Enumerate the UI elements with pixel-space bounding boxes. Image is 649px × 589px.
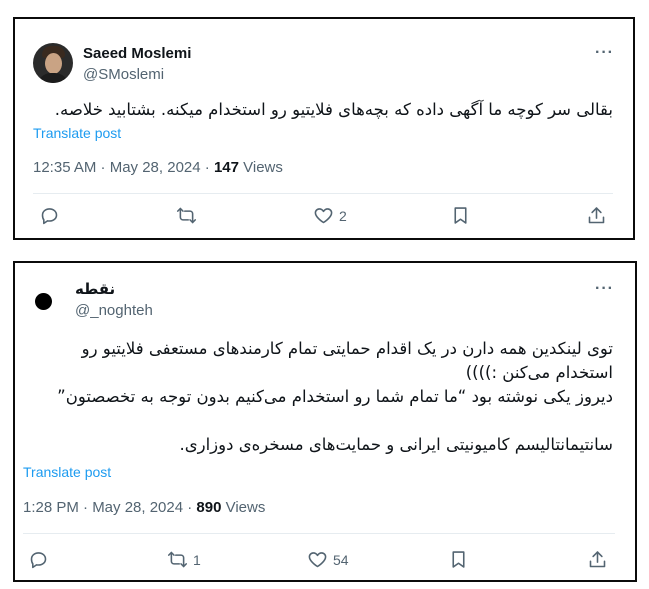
more-options-icon[interactable]: ··· [595, 44, 614, 62]
retweet-icon [167, 551, 188, 568]
user-handle[interactable]: @SMoslemi [83, 66, 164, 83]
tweet-text: توی لینکدین همه دارن در یک اقدام حمایتی … [23, 337, 613, 457]
views-label: Views [221, 499, 266, 516]
heart-icon [314, 208, 333, 224]
retweet-button[interactable]: 1 [167, 549, 201, 570]
tweet-card[interactable]: نقطه @_noghteh ··· توی لینکدین همه دارن … [13, 261, 637, 582]
share-button[interactable] [587, 549, 608, 570]
translate-post-link[interactable]: Translate post [33, 125, 121, 141]
translate-post-link[interactable]: Translate post [23, 464, 111, 480]
user-handle[interactable]: @_noghteh [75, 302, 153, 319]
tweet-card[interactable]: Saeed Moslemi @SMoslemi ··· بقالی سر کوچ… [13, 17, 635, 240]
reply-icon [41, 208, 58, 225]
like-count: 54 [333, 551, 349, 568]
tweet-timestamp[interactable]: 12:35 AM · May 28, 2024 · [33, 159, 214, 176]
like-count: 2 [339, 207, 347, 224]
tweet-metadata: 1:28 PM · May 28, 2024 · 890 Views [23, 499, 265, 516]
bookmark-icon [452, 551, 465, 568]
retweet-button[interactable] [176, 205, 202, 226]
bookmark-button[interactable] [448, 549, 469, 570]
avatar[interactable] [33, 43, 73, 83]
tweet-text-line: دیروز یکی نوشته بود “ما تمام شما رو استخ… [57, 387, 613, 406]
tweet-text-line [23, 409, 613, 433]
like-button[interactable]: 54 [307, 549, 349, 570]
share-button[interactable] [586, 205, 607, 226]
divider [23, 533, 615, 534]
tweet-text-line: استخدام می‌کنن :)))) [465, 363, 613, 382]
retweet-icon [176, 207, 197, 224]
display-name[interactable]: Saeed Moslemi [83, 45, 191, 62]
divider [33, 193, 613, 194]
bookmark-icon [454, 207, 467, 224]
tweet-text: بقالی سر کوچه ما آگهی داده که بچه‌های فل… [54, 100, 613, 119]
share-icon [588, 207, 605, 224]
like-button[interactable]: 2 [313, 205, 347, 226]
tweet-metadata: 12:35 AM · May 28, 2024 · 147 Views [33, 159, 283, 176]
display-name[interactable]: نقطه [75, 280, 115, 298]
tweet-timestamp[interactable]: 1:28 PM · May 28, 2024 · [23, 499, 196, 516]
views-count: 890 [196, 499, 222, 516]
reply-icon [30, 552, 47, 569]
share-icon [589, 551, 606, 568]
bookmark-button[interactable] [450, 205, 471, 226]
more-options-icon[interactable]: ··· [595, 280, 614, 298]
views-count: 147 [213, 159, 239, 176]
reply-button[interactable] [39, 205, 65, 226]
views-label: Views [238, 159, 283, 176]
tweet-text-line: سانتیمانتالیسم کامیونیتی ایرانی و حمایت‌… [179, 435, 613, 454]
heart-icon [308, 552, 327, 568]
tweet-text-line: توی لینکدین همه دارن در یک اقدام حمایتی … [81, 339, 613, 358]
avatar[interactable] [35, 293, 52, 310]
reply-button[interactable] [28, 549, 54, 570]
retweet-count: 1 [193, 551, 201, 568]
